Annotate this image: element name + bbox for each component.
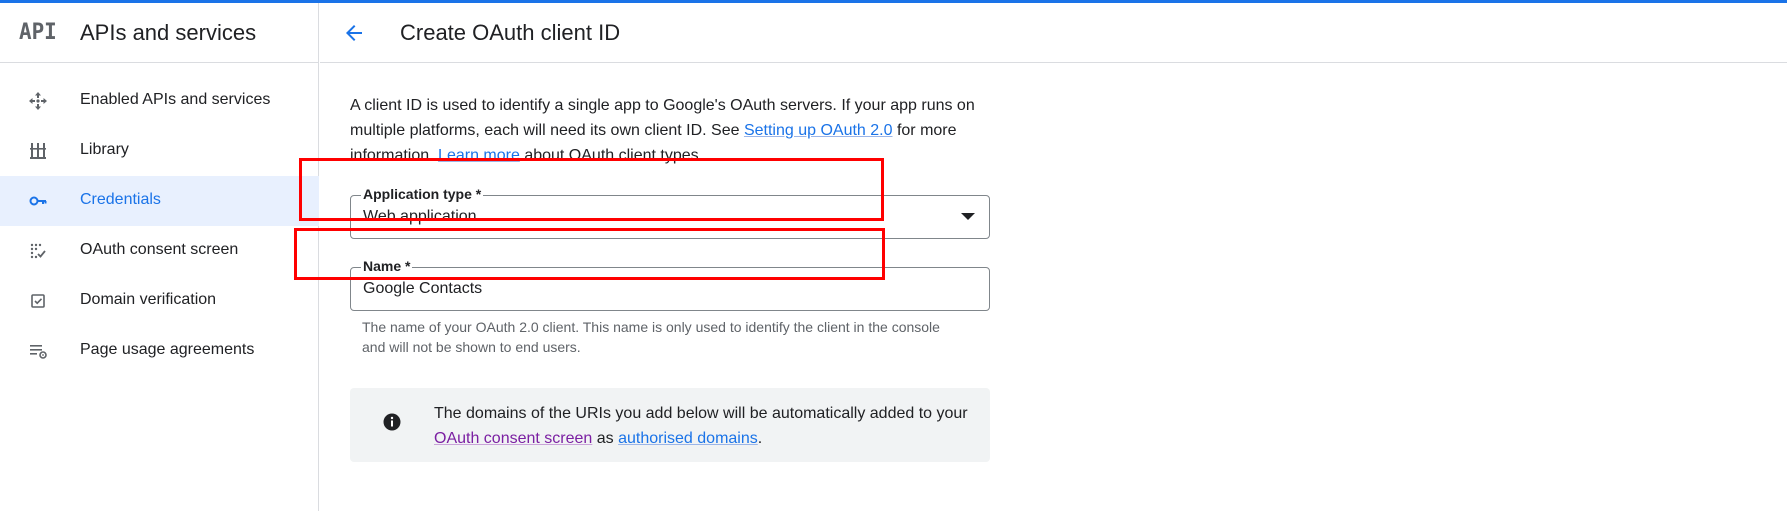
sidebar-item-oauth-consent[interactable]: OAuth consent screen [0, 226, 319, 276]
authorised-domains-link[interactable]: authorised domains [618, 430, 758, 447]
name-helper-text: The name of your OAuth 2.0 client. This … [362, 319, 940, 355]
info-text-part: The domains of the URIs you add below wi… [434, 405, 968, 422]
sidebar-item-label: Credentials [80, 191, 161, 208]
setting-up-oauth-link[interactable]: Setting up OAuth 2.0 [744, 122, 893, 139]
sidebar-header: API APIs and services [0, 3, 319, 63]
api-logo: API [19, 20, 57, 45]
application-type-select[interactable]: Application type * Web application [350, 186, 990, 239]
name-label: Name * [361, 258, 413, 274]
oauth-consent-screen-link[interactable]: OAuth consent screen [434, 430, 592, 447]
info-icon [383, 413, 401, 431]
sidebar-item-library[interactable]: Library [0, 126, 319, 176]
enabled-apis-icon [28, 91, 48, 111]
application-type-value: Web application [363, 208, 477, 225]
main-content: Create OAuth client ID A client ID is us… [294, 3, 1787, 511]
application-type-label: Application type * [361, 186, 484, 202]
sidebar-item-label: Enabled APIs and services [80, 91, 271, 108]
consent-screen-icon [28, 241, 48, 261]
product-title: APIs and services [80, 20, 257, 45]
sidebar-nav: Enabled APIs and services Library Creden… [0, 76, 319, 376]
sidebar-item-enabled-apis[interactable]: Enabled APIs and services [0, 76, 319, 126]
info-banner: The domains of the URIs you add below wi… [350, 388, 990, 462]
sidebar-item-credentials[interactable]: Credentials [0, 176, 319, 226]
checkbox-icon [28, 291, 48, 311]
library-icon [28, 141, 48, 161]
name-value: Google Contacts [363, 280, 483, 297]
learn-more-link[interactable]: Learn more [438, 147, 520, 164]
dropdown-arrow-icon [961, 213, 975, 220]
key-icon [28, 191, 48, 211]
sidebar-item-label: Page usage agreements [80, 341, 255, 358]
info-text-part: . [757, 430, 763, 447]
sidebar-item-label: Domain verification [80, 291, 217, 308]
name-input[interactable]: Name * Google Contacts [350, 258, 990, 311]
page-title: Create OAuth client ID [400, 20, 621, 45]
settings-list-icon [28, 341, 48, 361]
back-button[interactable] [340, 19, 368, 47]
sidebar-item-domain-verification[interactable]: Domain verification [0, 276, 319, 326]
description: A client ID is used to identify a single… [350, 93, 1010, 168]
arrow-back-icon [346, 25, 362, 41]
sidebar: API APIs and services Enabled APIs and s… [0, 3, 319, 511]
sidebar-item-page-usage-agreements[interactable]: Page usage agreements [0, 326, 319, 376]
info-text: The domains of the URIs you add below wi… [434, 401, 974, 451]
sidebar-item-label: OAuth consent screen [80, 241, 239, 258]
sidebar-item-label: Library [80, 141, 129, 158]
page-header: Create OAuth client ID [320, 3, 1787, 63]
description-text: about OAuth client types. [519, 147, 704, 164]
info-text-part: as [592, 430, 619, 447]
